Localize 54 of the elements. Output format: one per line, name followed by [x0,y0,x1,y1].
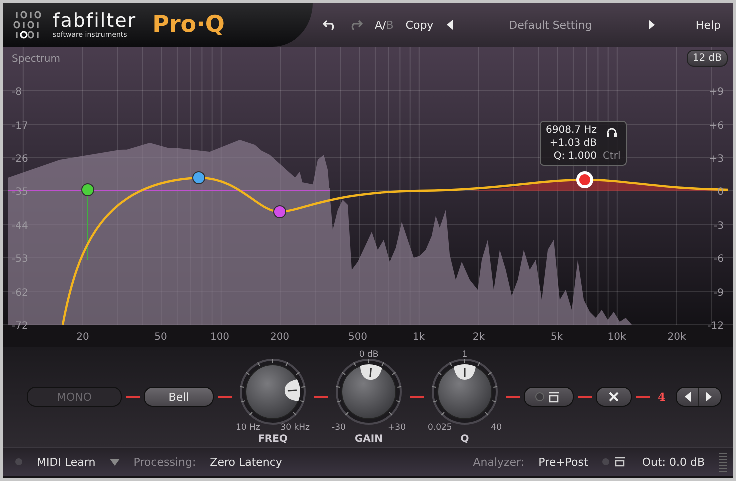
frequency-label: 5k [550,332,564,343]
frequency-label: 2k [472,332,486,343]
frequency-label: 500 [348,332,368,343]
frequency-label: 10k [608,332,626,343]
db-scale-label: -8 [12,87,22,98]
range-button[interactable]: 12 dB [686,50,728,67]
knob-max-label: +30 [388,422,406,432]
knob-max-label: 40 [491,422,502,432]
db-scale-label: -53 [12,254,28,265]
knob-center-label: 1 [462,350,468,360]
frequency-label: 50 [154,332,168,343]
knob-label: FREQ [258,434,288,444]
help-button[interactable]: Help [696,18,721,32]
processing-label: Processing: [134,456,196,468]
knob-label: GAIN [354,434,384,444]
frequency-label: 100 [210,332,230,343]
tooltip-modifier: Ctrl [602,151,621,162]
gain-scale-label: +9 [709,87,724,98]
brand-name: fabfilter [53,11,137,31]
knob-max-label: 30 kHz [280,422,310,432]
gain-scale-label: -9 [714,288,724,299]
processing-dropdown[interactable]: Zero Latency [210,456,282,468]
db-scale-label: -44 [12,221,28,232]
shape-button[interactable]: Bell [144,387,214,407]
db-scale-label: -17 [12,121,28,132]
gain-scale-label: -3 [714,221,724,232]
knob-min-label: 10 Hz [236,422,260,432]
output-level: Out: 0.0 dB [642,456,705,468]
frequency-label: 200 [270,332,290,343]
gain-scale-label: -12 [708,321,724,332]
frequency-label: 20 [76,332,90,343]
db-scale-label: -62 [12,288,28,299]
midi-learn-button[interactable]: MIDI Learn [37,456,96,468]
knob-min-label: 0.025 [428,422,452,432]
frequency-label: 20k [668,332,686,343]
copy-button[interactable]: Copy [406,18,434,32]
product-name: Pro·Q [152,12,225,38]
gain-scale-label: +3 [709,154,724,165]
band-number: 4 [658,390,666,404]
ab-toggle[interactable]: A/ [375,18,386,32]
tooltip-frequency: 6908.7 Hz [546,124,597,137]
frequency-label: 1k [412,332,426,343]
analyzer-label: Analyzer: [473,456,525,468]
tooltip-gain: +1.03 dB [550,137,597,150]
gain-scale-label: -6 [714,254,724,265]
gain-scale-label: +6 [709,121,724,132]
knob-min-label: -30 [332,422,346,432]
preset-name[interactable]: Default Setting [466,18,636,32]
spectrum-label: Spectrum [12,54,60,65]
knob-label: Q [460,434,470,444]
knob-center-label: 0 dB [359,350,379,360]
analyzer-dropdown[interactable]: Pre+Post [538,456,588,468]
tooltip-q: Q: 1.000 [554,150,597,163]
db-scale-label: -26 [12,154,28,165]
